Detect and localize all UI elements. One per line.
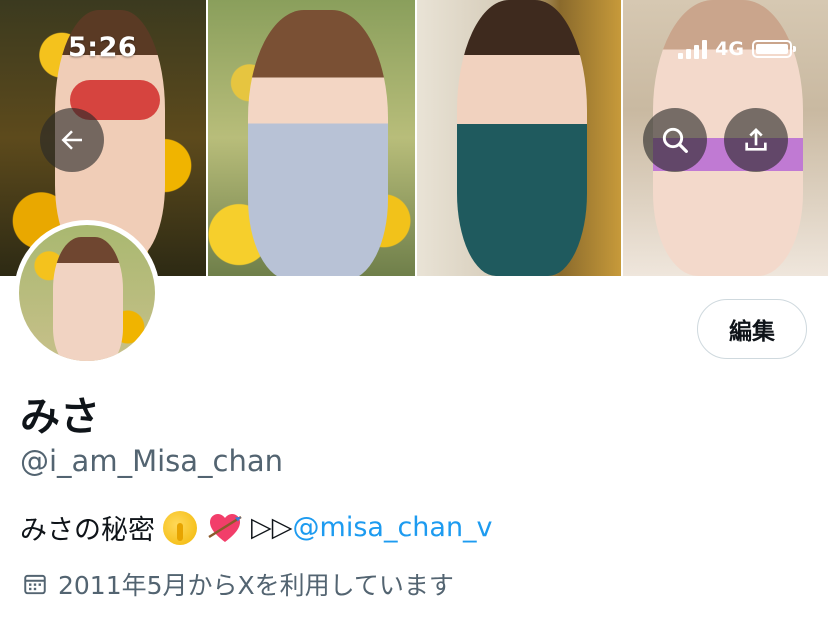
- banner-photo-3: [417, 0, 621, 276]
- joined-date: 2011年5月からXを利用しています: [22, 566, 454, 602]
- bio-arrows: ▷▷: [251, 512, 293, 543]
- network-type: 4G: [715, 38, 744, 60]
- signal-icon: [678, 39, 708, 59]
- search-button[interactable]: [643, 108, 707, 172]
- status-indicators: 4G: [678, 38, 796, 60]
- share-icon: [745, 128, 767, 151]
- search-icon: [662, 127, 688, 153]
- avatar[interactable]: [14, 220, 160, 366]
- edit-profile-button[interactable]: 編集: [697, 299, 807, 359]
- heart-with-arrow-emoji: [207, 511, 243, 545]
- bio-text: みさの秘密: [20, 515, 155, 546]
- user-handle: @i_am_Misa_chan: [20, 444, 284, 478]
- banner-photo-2: [207, 0, 415, 276]
- calendar-icon: [24, 574, 46, 595]
- battery-icon: [752, 40, 796, 58]
- display-name: みさ: [20, 394, 100, 440]
- avatar-photo: [19, 225, 155, 361]
- status-time: 5:26: [68, 32, 138, 63]
- profile-bio: みさの秘密 ▷▷ @misa_chan_v: [20, 508, 493, 547]
- share-button[interactable]: [724, 108, 788, 172]
- back-arrow-icon: [61, 130, 82, 150]
- back-button[interactable]: [40, 108, 104, 172]
- shushing-face-emoji: [163, 510, 197, 545]
- joined-text: 2011年5月からXを利用しています: [58, 571, 454, 600]
- bio-mention-link[interactable]: @misa_chan_v: [293, 512, 493, 543]
